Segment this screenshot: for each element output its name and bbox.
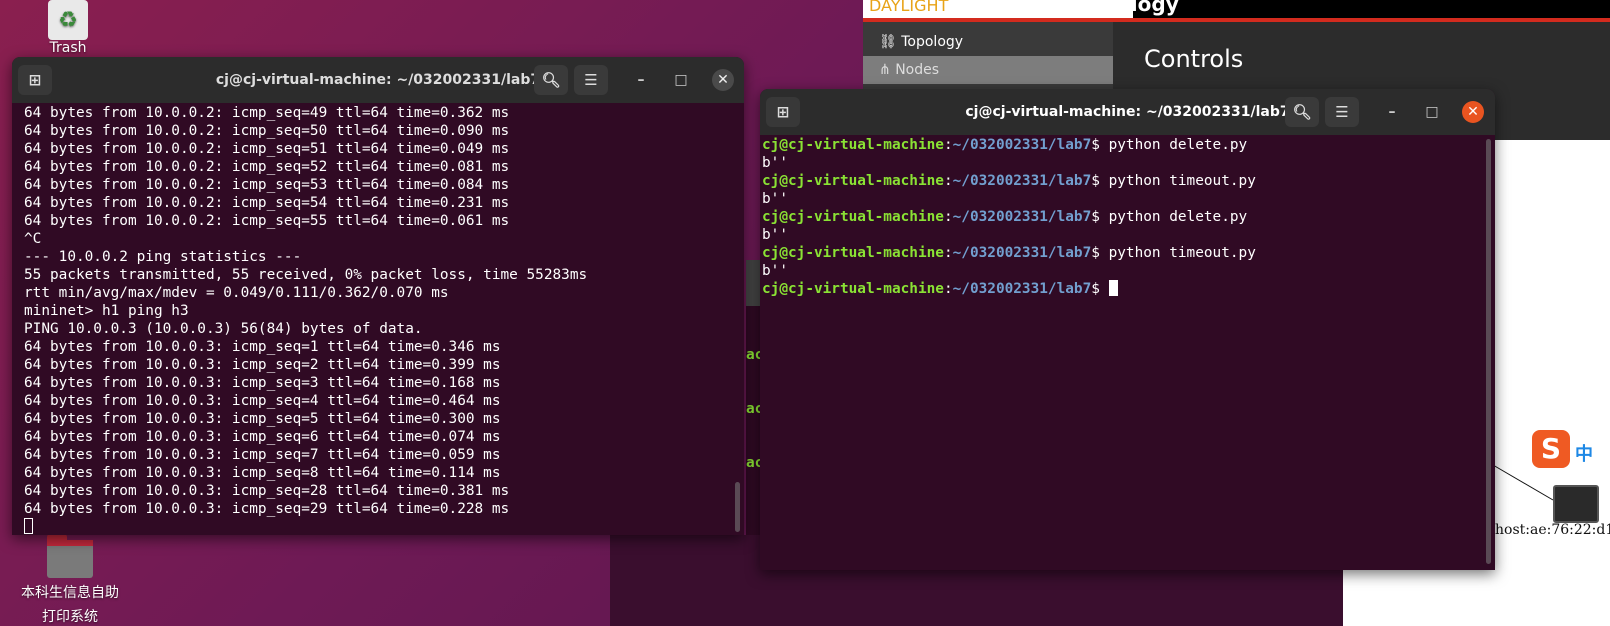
terminal-line: 64 bytes from 10.0.0.3: icmp_seq=8 ttl=6… xyxy=(24,465,501,481)
command-output: b'' xyxy=(762,155,788,171)
sogou-ime-icon[interactable]: S xyxy=(1532,430,1570,468)
recycle-icon: ♻ xyxy=(48,0,88,40)
minimize-button[interactable]: – xyxy=(1381,101,1403,123)
new-tab-button[interactable]: ⊞ xyxy=(766,97,800,127)
terminal-cursor-line xyxy=(24,518,744,535)
text-cursor xyxy=(1108,280,1118,296)
terminal-scrollbar[interactable] xyxy=(735,482,740,532)
ime-mode-indicator[interactable]: 中 xyxy=(1575,440,1593,466)
terminal-titlebar[interactable]: ⊞ cj@cj-virtual-machine: ~/032002331/lab… xyxy=(760,89,1495,135)
prompt-line: cj@cj-virtual-machine:~/032002331/lab7$ … xyxy=(762,209,1248,225)
command-text: python delete.py xyxy=(1108,209,1248,225)
terminal-line: 64 bytes from 10.0.0.3: icmp_seq=29 ttl=… xyxy=(24,501,510,517)
terminal-line: 64 bytes from 10.0.0.3: icmp_seq=5 ttl=6… xyxy=(24,411,501,427)
terminal-line: 64 bytes from 10.0.0.2: icmp_seq=54 ttl=… xyxy=(24,195,510,211)
terminal-line: 55 packets transmitted, 55 received, 0% … xyxy=(24,267,588,283)
terminal-line: mininet> h1 ping h3 xyxy=(24,303,189,319)
minimize-button[interactable]: – xyxy=(630,69,652,91)
terminal-line: 64 bytes from 10.0.0.3: icmp_seq=2 ttl=6… xyxy=(24,357,501,373)
maximize-button[interactable]: □ xyxy=(1421,101,1443,123)
prompt-user: cj@cj-virtual-machine xyxy=(762,137,944,153)
prompt-user: cj@cj-virtual-machine xyxy=(762,173,944,189)
terminal-line: 64 bytes from 10.0.0.2: icmp_seq=52 ttl=… xyxy=(24,159,510,175)
folder-label-line1: 本科生信息自助 xyxy=(21,585,119,601)
command-text: python delete.py xyxy=(1108,137,1248,153)
new-tab-button[interactable]: ⊞ xyxy=(18,65,52,95)
trash-desktop-icon[interactable]: ♻ Trash xyxy=(40,0,96,56)
trash-label: Trash xyxy=(49,40,87,56)
terminal-line: 64 bytes from 10.0.0.2: icmp_seq=51 ttl=… xyxy=(24,141,510,157)
prompt-user: cj@cj-virtual-machine xyxy=(762,281,944,297)
terminal-line: 64 bytes from 10.0.0.3: icmp_seq=4 ttl=6… xyxy=(24,393,501,409)
terminal-scrollbar[interactable] xyxy=(1486,139,1491,564)
terminal-line: 64 bytes from 10.0.0.3: icmp_seq=1 ttl=6… xyxy=(24,339,501,355)
prompt-line: cj@cj-virtual-machine:~/032002331/lab7$ … xyxy=(762,137,1248,153)
terminal-output[interactable]: cj@cj-virtual-machine:~/032002331/lab7$ … xyxy=(760,135,1495,298)
terminal-line: 64 bytes from 10.0.0.2: icmp_seq=50 ttl=… xyxy=(24,123,510,139)
search-button[interactable]: 🔍︎ xyxy=(1285,97,1319,127)
prompt-user: cj@cj-virtual-machine xyxy=(762,245,944,261)
prompt-path: ~/032002331/lab7 xyxy=(952,173,1092,189)
close-button[interactable]: ✕ xyxy=(1462,101,1484,123)
menu-button[interactable]: ☰ xyxy=(574,65,608,95)
prompt-path: ~/032002331/lab7 xyxy=(952,209,1092,225)
host-laptop-icon[interactable] xyxy=(1553,485,1599,523)
menu-button[interactable]: ☰ xyxy=(1325,97,1359,127)
command-text: python timeout.py xyxy=(1108,173,1256,189)
prompt-line: cj@cj-virtual-machine:~/032002331/lab7$ xyxy=(762,280,1495,298)
prompt-line: cj@cj-virtual-machine:~/032002331/lab7$ … xyxy=(762,245,1256,261)
terminal-line: ^C xyxy=(24,231,42,247)
folder-desktop-icon[interactable]: 本科生信息自助 打印系统 xyxy=(10,534,130,626)
terminal-titlebar[interactable]: ⊞ cj@cj-virtual-machine: ~/032002331/lab… xyxy=(12,57,744,103)
terminal-line: PING 10.0.0.3 (10.0.0.3) 56(84) bytes of… xyxy=(24,321,423,337)
command-output: b'' xyxy=(762,227,788,243)
prompt-path: ~/032002331/lab7 xyxy=(952,137,1092,153)
folder-label-line2: 打印系统 xyxy=(42,609,98,625)
maximize-button[interactable]: □ xyxy=(670,69,692,91)
terminal-line: 64 bytes from 10.0.0.3: icmp_seq=6 ttl=6… xyxy=(24,429,501,445)
prompt-user: cj@cj-virtual-machine xyxy=(762,209,944,225)
command-text: python timeout.py xyxy=(1108,245,1256,261)
close-button[interactable]: ✕ xyxy=(712,69,734,91)
folder-icon xyxy=(47,534,93,578)
terminal-line: 64 bytes from 10.0.0.2: icmp_seq=55 ttl=… xyxy=(24,213,510,229)
prompt-line: cj@cj-virtual-machine:~/032002331/lab7$ … xyxy=(762,173,1256,189)
search-button[interactable]: 🔍︎ xyxy=(534,65,568,95)
host-node-label: host:ae:76:22:d1 xyxy=(1495,522,1610,538)
text-cursor xyxy=(24,518,33,534)
prompt-path: ~/032002331/lab7 xyxy=(952,245,1092,261)
prompt-path: ~/032002331/lab7 xyxy=(952,281,1092,297)
terminal-window-python[interactable]: ⊞ cj@cj-virtual-machine: ~/032002331/lab… xyxy=(760,89,1495,570)
terminal-line: rtt min/avg/max/mdev = 0.049/0.111/0.362… xyxy=(24,285,449,301)
command-output: b'' xyxy=(762,263,788,279)
terminal-line: --- 10.0.0.2 ping statistics --- xyxy=(24,249,302,265)
terminal-line: 64 bytes from 10.0.0.3: icmp_seq=28 ttl=… xyxy=(24,483,510,499)
terminal-output[interactable]: 64 bytes from 10.0.0.2: icmp_seq=49 ttl=… xyxy=(12,103,744,535)
terminal-line: 64 bytes from 10.0.0.2: icmp_seq=49 ttl=… xyxy=(24,105,510,121)
command-output: b'' xyxy=(762,191,788,207)
terminal-line: 64 bytes from 10.0.0.3: icmp_seq=3 ttl=6… xyxy=(24,375,501,391)
terminal-line: 64 bytes from 10.0.0.3: icmp_seq=7 ttl=6… xyxy=(24,447,501,463)
terminal-window-mininet[interactable]: ⊞ cj@cj-virtual-machine: ~/032002331/lab… xyxy=(12,57,744,535)
terminal-line: 64 bytes from 10.0.0.2: icmp_seq=53 ttl=… xyxy=(24,177,510,193)
